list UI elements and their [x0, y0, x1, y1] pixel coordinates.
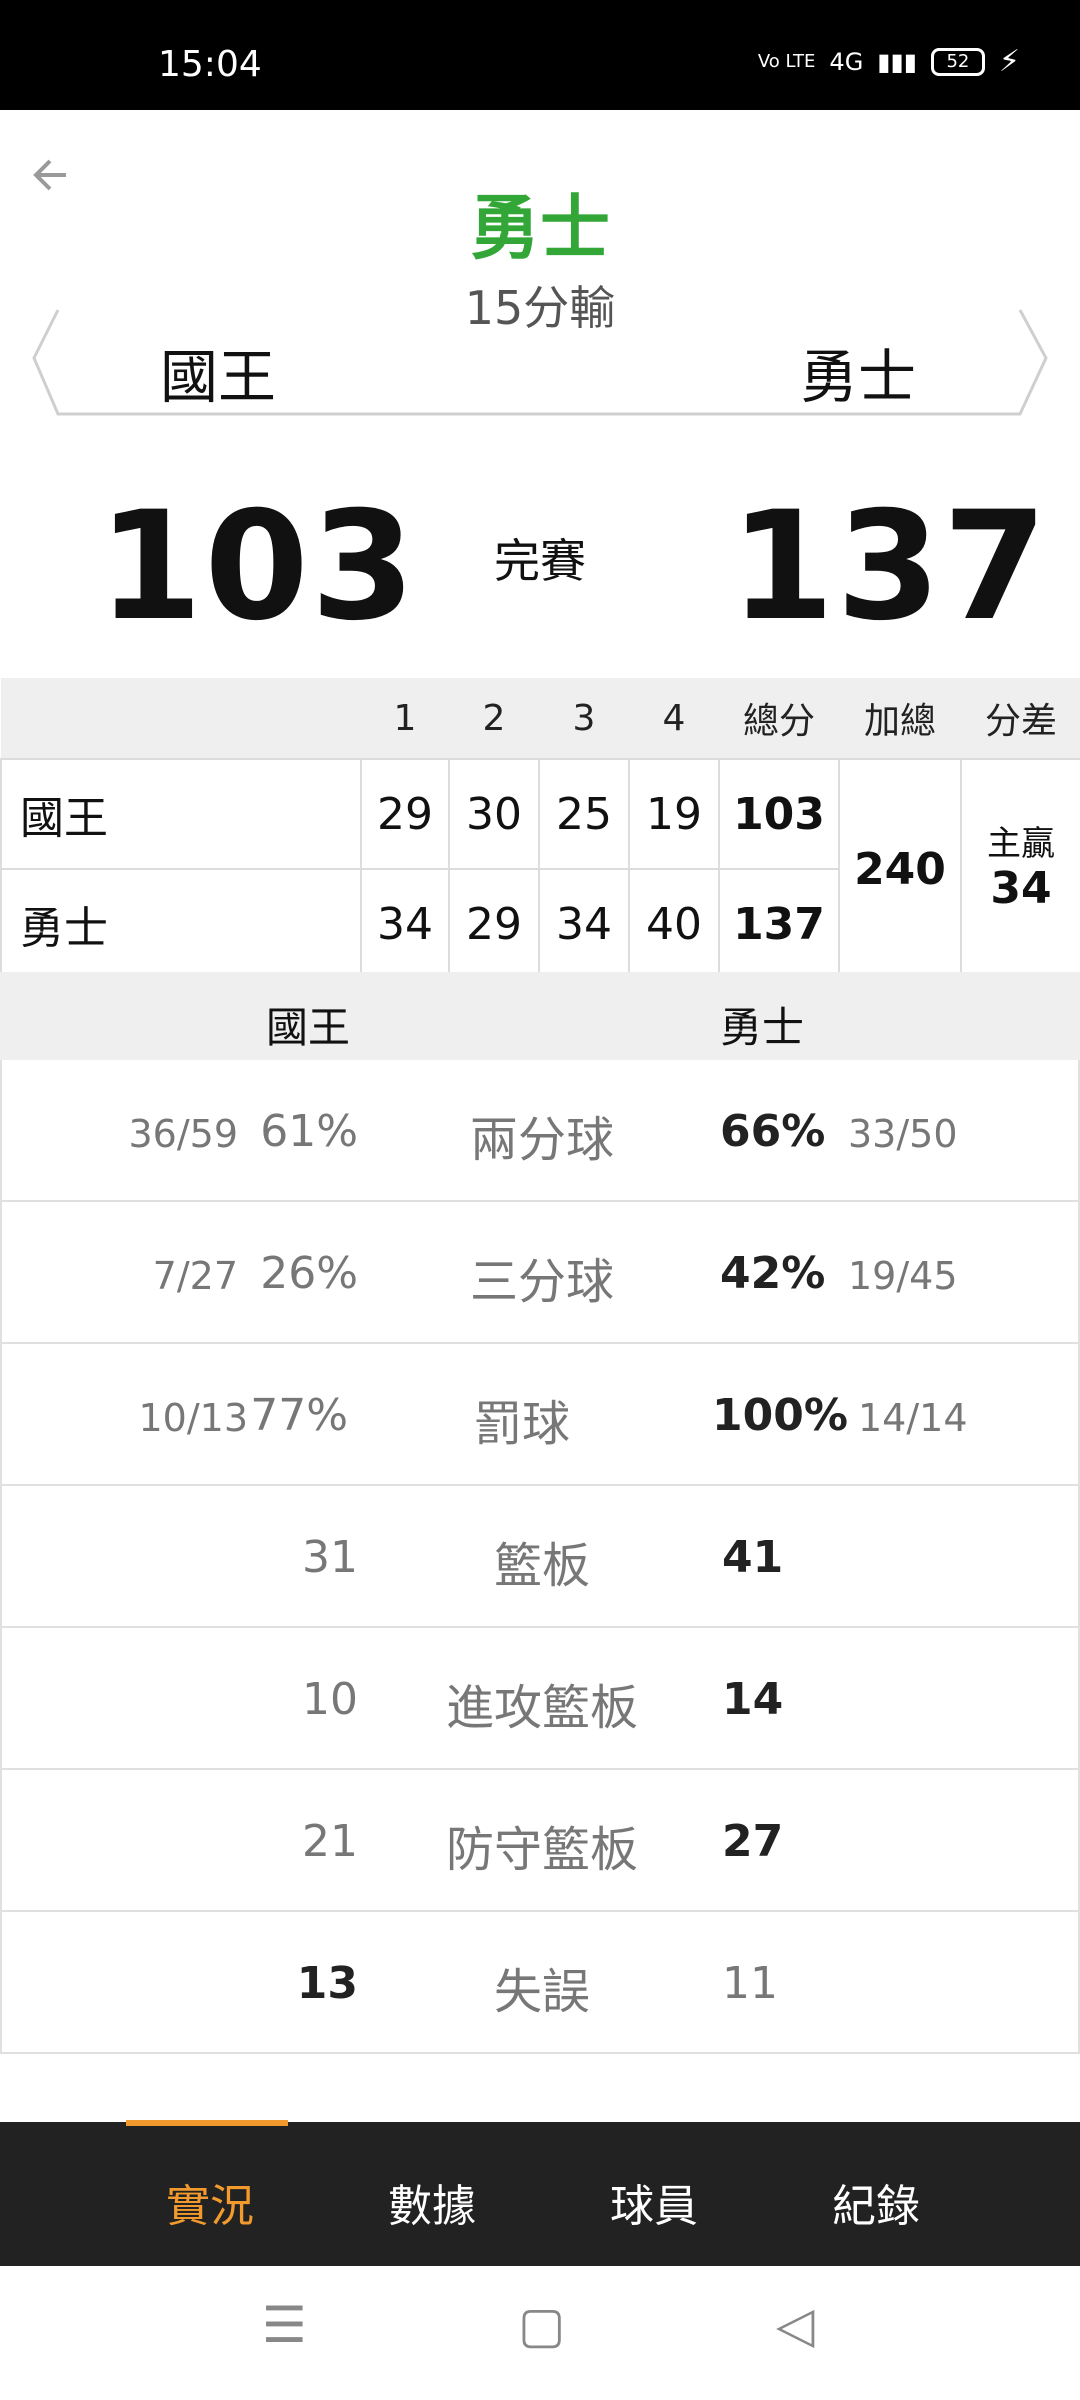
right-percent: 66% [720, 1106, 826, 1157]
charging-icon: ⚡ [998, 44, 1020, 79]
right-fraction: 14/14 [858, 1396, 968, 1440]
bottom-tab-bar: 實況 數據 球員 紀錄 [0, 2122, 1080, 2266]
tab-data[interactable]: 數據 [388, 2170, 476, 2234]
right-percent: 42% [720, 1248, 826, 1299]
tab-live[interactable]: 實況 [166, 2170, 254, 2234]
stat-row: 21 防守籃板 27 [0, 1770, 1080, 1912]
row-q2: 29 [448, 868, 540, 980]
stats-header: 國王 勇士 [0, 972, 1080, 1060]
menu-icon[interactable]: ☰ [262, 2296, 307, 2354]
score-right: 137 [730, 480, 1050, 654]
stats-header-left: 國王 [266, 1003, 351, 1052]
right-value: 14 [722, 1674, 784, 1725]
right-value: 11 [722, 1958, 778, 2009]
team-left-name[interactable]: 國王 [160, 330, 276, 414]
status-time: 15:04 [158, 44, 262, 85]
row-q1: 29 [360, 758, 450, 870]
header-total: 總分 [719, 678, 839, 759]
diff-label: 主贏 [987, 823, 1055, 864]
stat-label: 進攻籃板 [445, 1680, 638, 1736]
row-q4: 40 [628, 868, 720, 980]
network-icon: 4G [829, 47, 864, 76]
status-bar: 15:04 Vo LTE 4G ▮▮▮ 52 ⚡ [0, 0, 1080, 110]
row-total: 137 [718, 868, 840, 980]
stat-label: 失誤 [493, 1964, 590, 2020]
row-q3: 25 [538, 758, 630, 870]
header-diff: 分差 [961, 678, 1080, 759]
right-value: 27 [722, 1816, 784, 1867]
header-q1: 1 [361, 678, 449, 759]
quarter-scoreboard: 1 2 3 4 總分 加總 分差 國王 29 30 25 19 103 240 … [0, 678, 1080, 980]
team-right-name[interactable]: 勇士 [800, 330, 916, 414]
row-q1: 34 [360, 868, 450, 980]
header-blank [1, 678, 361, 759]
quarter-header-row: 1 2 3 4 總分 加總 分差 [1, 678, 1080, 759]
battery-icon: 52 [930, 47, 985, 76]
tab-players[interactable]: 球員 [610, 2170, 698, 2234]
right-fraction: 19/45 [848, 1254, 958, 1298]
header-sum: 加總 [839, 678, 961, 759]
right-percent: 100% [712, 1390, 848, 1441]
stat-row: 10/13 77% 罰球 100% 14/14 [0, 1344, 1080, 1486]
triangle-back-icon[interactable]: ◁ [776, 2296, 814, 2354]
point-diff-cell: 主贏 34 [960, 758, 1080, 980]
right-value: 41 [722, 1532, 784, 1583]
signal-icon: ▮▮▮ [877, 47, 917, 76]
status-icons: Vo LTE 4G ▮▮▮ 52 ⚡ [758, 44, 1020, 79]
tab-records[interactable]: 紀錄 [832, 2170, 920, 2234]
stat-label: 防守籃板 [445, 1822, 638, 1878]
stat-row: 13 失誤 11 [0, 1912, 1080, 2054]
home-square-icon[interactable]: ▢ [518, 2296, 565, 2354]
row-team: 勇士 [0, 868, 362, 980]
combined-total: 240 [838, 758, 962, 980]
row-team: 國王 [0, 758, 362, 870]
stats-header-right: 勇士 [720, 1003, 805, 1052]
stats-list: 36/59 61% 兩分球 66% 33/50 7/27 26% 三分球 42%… [0, 1060, 1080, 2054]
stat-label: 籃板 [493, 1538, 590, 1594]
system-nav-bar: ☰ ▢ ◁ [0, 2266, 1080, 2400]
row-q4: 19 [628, 758, 720, 870]
header-q4: 4 [629, 678, 719, 759]
diff-value: 34 [990, 862, 1052, 914]
right-fraction: 33/50 [848, 1112, 958, 1156]
row-q3: 34 [538, 868, 630, 980]
active-tab-indicator [126, 2120, 288, 2126]
header-q2: 2 [449, 678, 539, 759]
row-total: 103 [718, 758, 840, 870]
quarter-row: 國王 29 30 25 19 103 240 主贏 34 [0, 758, 1080, 980]
row-q2: 30 [448, 758, 540, 870]
stat-row: 7/27 26% 三分球 42% 19/45 [0, 1202, 1080, 1344]
stat-row: 31 籃板 41 [0, 1486, 1080, 1628]
volte-icon: Vo LTE [757, 51, 816, 72]
stat-row: 36/59 61% 兩分球 66% 33/50 [0, 1060, 1080, 1202]
winner-team: 勇士 [470, 187, 610, 269]
header-q3: 3 [539, 678, 629, 759]
stat-row: 10 進攻籃板 14 [0, 1628, 1080, 1770]
